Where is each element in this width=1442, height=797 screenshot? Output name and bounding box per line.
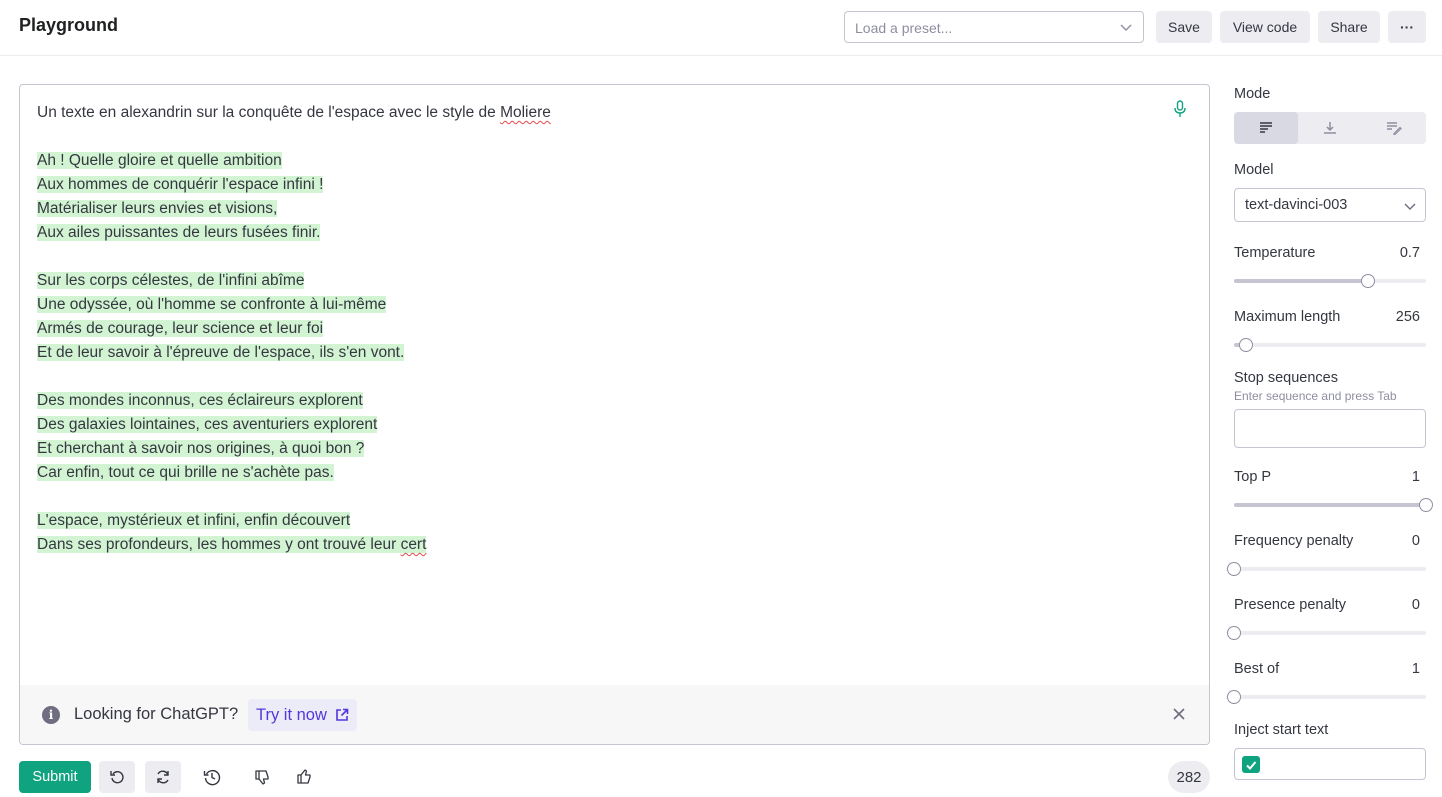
stop-sequences-hint: Enter sequence and press Tab [1234,389,1397,403]
best-of-label: Best of [1234,661,1280,677]
completion-line: L'espace, mystérieux et infini, enfin dé… [37,512,351,529]
maximum-length-label: Maximum length [1234,309,1341,325]
completion-line: Aux hommes de conquérir l'espace infini … [37,176,324,193]
complete-mode-icon [1260,122,1272,133]
external-link-icon [336,708,349,721]
slider-thumb[interactable] [1227,626,1241,640]
thumbs-down-button[interactable] [244,761,280,793]
completion-line: Une odyssée, où l'homme se confronte à l… [37,296,387,313]
chevron-down-icon [1404,203,1416,210]
top-p-value: 1 [1411,469,1420,485]
undo-icon [110,771,124,784]
temperature-slider[interactable] [1234,274,1426,288]
top-p-label: Top P [1234,469,1272,485]
checkmark-icon [1246,760,1257,770]
completion-line: Des galaxies lointaines, ces aventuriers… [37,416,378,433]
undo-button[interactable] [99,761,135,793]
submit-button[interactable]: Submit [19,761,91,793]
try-it-now-label: Try it now [256,705,327,724]
header: Playground Load a preset... Save View co… [0,0,1442,56]
info-icon: i [42,706,60,724]
thumbs-down-icon [255,770,269,785]
save-button[interactable]: Save [1156,11,1212,43]
inject-start-text-input[interactable] [1234,748,1426,780]
completion-line: Ah ! Quelle gloire et quelle ambition [37,152,282,169]
slider-thumb[interactable] [1238,338,1253,352]
completion-line: Aux ailes puissantes de leurs fusées fin… [37,224,321,241]
thumbs-up-icon [297,769,311,784]
frequency-penalty-label: Frequency penalty [1234,533,1354,549]
completion-line: Sur les corps célestes, de l'infini abîm… [37,272,305,289]
editor-text[interactable]: Un texte en alexandrin sur la conquête d… [37,101,1157,557]
history-button[interactable] [194,761,230,793]
slider-thumb[interactable] [1227,562,1241,576]
misspelled-word: Moliere [500,104,551,121]
stop-sequences-input[interactable] [1234,409,1426,448]
mode-selector [1234,112,1426,144]
share-button[interactable]: Share [1318,11,1380,43]
microphone-icon[interactable] [1173,100,1187,118]
inject-start-text-label: Inject start text [1234,722,1329,738]
preset-placeholder: Load a preset... [855,20,953,36]
maximum-length-slider[interactable] [1234,338,1426,352]
mode-complete-button[interactable] [1234,112,1298,144]
temperature-value: 0.7 [1399,245,1420,261]
prompt-editor[interactable]: Un texte en alexandrin sur la conquête d… [19,84,1210,745]
model-select[interactable]: text-davinci-003 [1234,188,1426,222]
completion-line: Des mondes inconnus, ces éclaireurs expl… [37,392,363,409]
presence-penalty-value: 0 [1411,597,1420,613]
try-it-now-link[interactable]: Try it now [248,699,357,731]
stop-sequences-label: Stop sequences [1234,370,1338,386]
prompt-text: Un texte en alexandrin sur la conquête d… [37,104,501,121]
slider-thumb[interactable] [1227,690,1241,704]
inject-start-checkbox[interactable] [1242,756,1260,773]
more-options-button[interactable]: ··· [1388,11,1426,43]
banner-text: Looking for ChatGPT? [74,705,239,723]
model-label: Model [1234,162,1274,178]
presence-penalty-label: Presence penalty [1234,597,1347,613]
maximum-length-value: 256 [1395,309,1420,325]
preset-select[interactable]: Load a preset... [844,11,1144,43]
completion-line: Et cherchant à savoir nos origines, à qu… [37,440,365,457]
regenerate-button[interactable] [145,761,181,793]
history-icon [203,769,221,786]
insert-mode-icon [1324,122,1336,134]
temperature-label: Temperature [1234,245,1316,261]
mode-edit-button[interactable] [1362,112,1426,144]
completion-line: Car enfin, tout ce qui brille ne s'achèt… [37,464,334,481]
slider-thumb[interactable] [1361,274,1376,288]
thumbs-up-button[interactable] [286,761,322,793]
chatgpt-banner: i Looking for ChatGPT? Try it now [20,685,1209,744]
best-of-value: 1 [1411,661,1420,677]
completion-text: Dans ses profondeurs, les hommes y ont t… [37,536,401,553]
token-count-badge: 282 [1168,761,1210,793]
mode-label: Mode [1234,86,1271,102]
refresh-icon [157,770,169,784]
frequency-penalty-value: 0 [1411,533,1420,549]
model-value: text-davinci-003 [1245,197,1348,213]
close-icon[interactable] [1172,707,1186,721]
completion-line: Matérialiser leurs envies et visions, [37,200,278,217]
misspelled-word: cert [400,536,427,553]
page-title: Playground [19,15,119,35]
mode-insert-button[interactable] [1298,112,1362,144]
top-p-slider[interactable] [1234,498,1433,512]
slider-thumb[interactable] [1419,498,1433,512]
completion-line: Et de leur savoir à l'épreuve de l'espac… [37,344,405,361]
best-of-slider[interactable] [1227,690,1426,704]
edit-mode-icon [1387,122,1402,135]
chevron-down-icon [1120,24,1132,31]
frequency-penalty-slider[interactable] [1227,562,1426,576]
completion-line: Dans ses profondeurs, les hommes y ont t… [37,536,427,553]
prompt-line: Un texte en alexandrin sur la conquête d… [37,101,1157,125]
view-code-button[interactable]: View code [1220,11,1310,43]
presence-penalty-slider[interactable] [1227,626,1426,640]
completion-line: Armés de courage, leur science et leur f… [37,320,324,337]
